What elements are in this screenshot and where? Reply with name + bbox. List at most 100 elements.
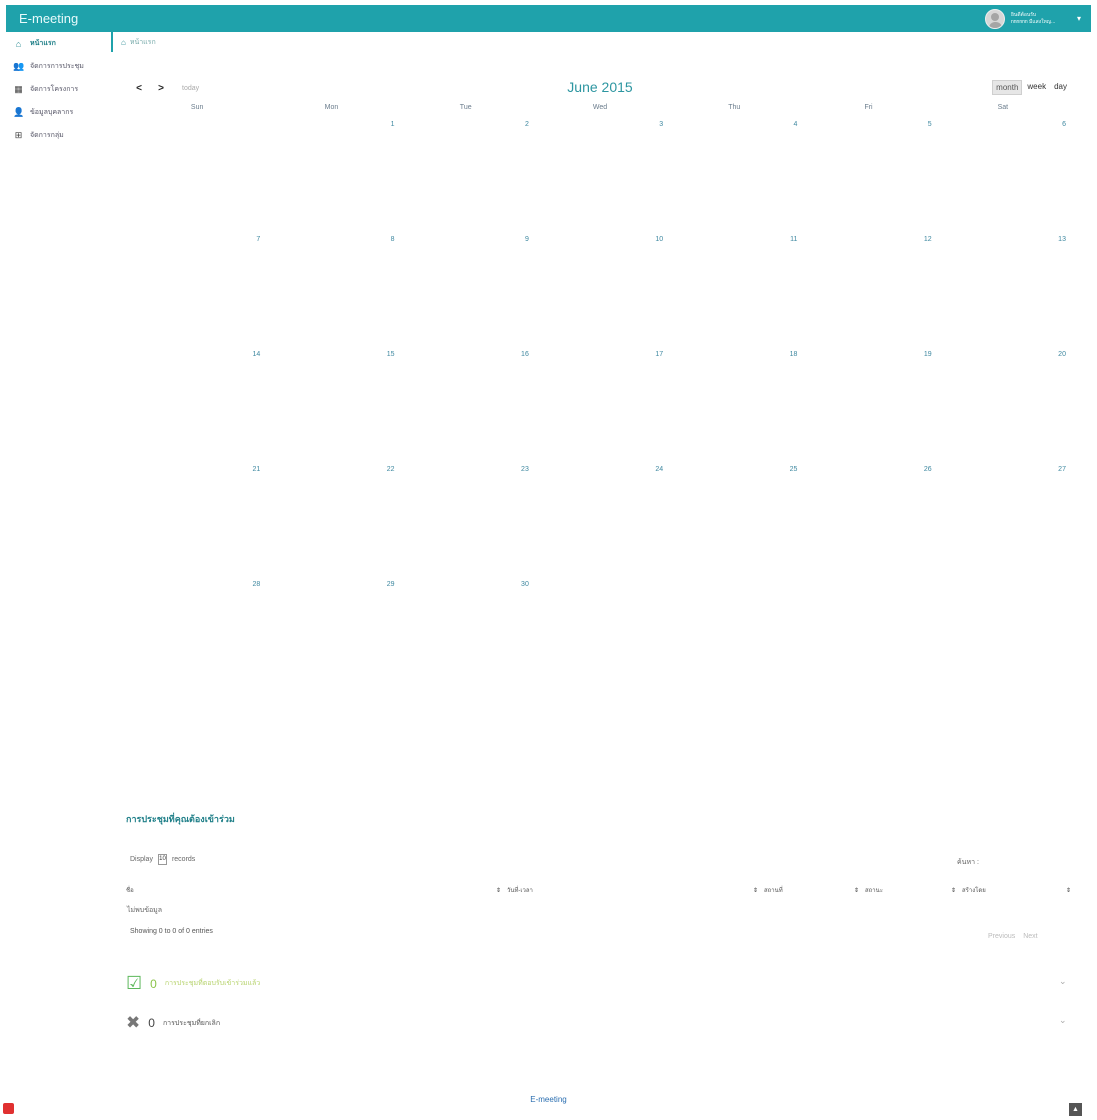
users-icon: 👥 [13, 61, 25, 71]
dow-wed: Wed [592, 104, 608, 111]
column-datetime-header[interactable]: วันที่-เวลา ⇕ [501, 884, 758, 896]
chevron-down-icon[interactable]: ⌄ [1059, 1015, 1067, 1026]
records-label: records [171, 856, 196, 863]
calendar-day-cell[interactable]: 14 [130, 348, 264, 463]
sort-icon: ⇕ [1065, 887, 1071, 894]
pagination: Previous Next [988, 933, 1038, 940]
calendar-grid: Sun Mon Tue Wed Thu Fri Sat 1 2 3 4 5 6 7 8 9 10 1… [130, 104, 1070, 693]
breadcrumb-home[interactable]: หน้าแรก [130, 37, 156, 48]
calendar-week-row: 7 8 9 10 11 12 13 [130, 233, 1070, 348]
meetings-section-title: การประชุมที่คุณต้องเข้าร่วม [126, 814, 235, 824]
calendar-day-cell[interactable]: 3 [533, 118, 667, 233]
view-day-button[interactable]: day [1051, 80, 1070, 95]
calendar-day-cell[interactable]: 5 [801, 118, 935, 233]
calendar-week-row: 14 15 16 17 18 19 20 [130, 348, 1070, 463]
column-status-header[interactable]: สถานะ ⇕ [859, 884, 956, 896]
calendar-day-cell[interactable]: 19 [801, 348, 935, 463]
calendar-day-cell[interactable]: 6 [936, 118, 1070, 233]
next-month-button[interactable]: > [152, 80, 170, 96]
calendar-week-row: 123456 [130, 118, 1070, 233]
calendar-weeks: 1 2 3 4 5 6 7 8 9 10 11 12 13 14 15 16 17 18 19 20 21 22 23 24 2… [130, 118, 1070, 693]
column-label: สร้างโดย [962, 888, 986, 894]
column-label: สถานะ [865, 888, 883, 894]
sidebar-item-meetings[interactable]: 👥 จัดการการประชุม [6, 55, 112, 78]
dow-thu: Thu [728, 104, 741, 111]
confirmed-meetings-stat: ☑ 0 การประชุมที่ตอบรับเข้าร่วมแล้ว [126, 973, 260, 994]
sidebar-item-label: จัดการการประชุม [30, 63, 84, 70]
calendar-day-cell[interactable] [667, 578, 801, 693]
calendar-day-cell[interactable]: 11 [667, 233, 801, 348]
table-header: ชื่อ ⇕ วันที่-เวลา ⇕ สถานที่ ⇕ สถานะ ⇕ สร้าง… [126, 884, 1071, 896]
caret-down-icon[interactable]: ▾ [1077, 14, 1081, 23]
footer-text: E-meeting [530, 1095, 567, 1104]
calendar-day-cell[interactable]: 28 [130, 578, 264, 693]
avatar[interactable] [984, 8, 1005, 29]
cancelled-count: 0 [148, 1016, 155, 1030]
calendar-day-cell[interactable] [936, 578, 1070, 693]
confirmed-label: การประชุมที่ตอบรับเข้าร่วมแล้ว [164, 980, 261, 987]
calendar-day-cell[interactable] [130, 118, 264, 233]
calendar-day-cell[interactable] [533, 578, 667, 693]
calendar-day-cell[interactable]: 26 [801, 463, 935, 578]
calendar-day-cell[interactable]: 20 [936, 348, 1070, 463]
check-square-icon: ☑ [126, 973, 143, 993]
sidebar-item-home[interactable]: ⌂ หน้าแรก [6, 32, 112, 55]
sidebar-item-label: ข้อมูลบุคลากร [30, 109, 74, 116]
page-length-control: Display 10 records [130, 854, 195, 865]
sidebar-item-projects[interactable]: ▦ จัดการโครงการ [6, 78, 112, 101]
app-title[interactable]: E-meeting [19, 11, 78, 26]
sidebar-item-groups[interactable]: ⊞ จัดการกลุ่ม [6, 124, 112, 147]
calendar-day-cell[interactable]: 10 [533, 233, 667, 348]
today-button[interactable]: today [182, 85, 199, 92]
calendar-day-cell[interactable]: 24 [533, 463, 667, 578]
calendar-day-cell[interactable] [801, 578, 935, 693]
calendar-day-cell[interactable]: 21 [130, 463, 264, 578]
plus-square-icon: ⊞ [14, 130, 23, 140]
next-page-button[interactable]: Next [1023, 933, 1037, 940]
calendar-day-cell[interactable]: 22 [264, 463, 398, 578]
calendar-day-cell[interactable]: 12 [801, 233, 935, 348]
scroll-to-top-button[interactable]: ▲ [1069, 1103, 1082, 1116]
page-length-select[interactable]: 10 [157, 854, 167, 865]
calendar-day-cell[interactable]: 2 [399, 118, 533, 233]
prev-month-button[interactable]: < [130, 80, 148, 96]
calendar-day-cell[interactable]: 25 [667, 463, 801, 578]
calendar-day-cell[interactable]: 23 [399, 463, 533, 578]
calendar-day-cell[interactable]: 8 [264, 233, 398, 348]
user-menu[interactable]: ยินดีต้อนรับ nnnnnn มีแสงใหญ... ▾ [984, 8, 1081, 29]
column-name-header[interactable]: ชื่อ ⇕ [126, 884, 501, 896]
view-week-button[interactable]: week [1024, 80, 1049, 95]
column-location-header[interactable]: สถานที่ ⇕ [758, 884, 859, 896]
day-of-week-header: Sun Mon Tue Wed Thu Fri Sat [130, 104, 1070, 118]
calendar-day-cell[interactable]: 1 [264, 118, 398, 233]
calendar-day-cell[interactable]: 30 [399, 578, 533, 693]
previous-page-button[interactable]: Previous [988, 933, 1015, 940]
column-creator-header[interactable]: สร้างโดย ⇕ [956, 884, 1071, 896]
sidebar-item-label: จัดการกลุ่ม [30, 132, 64, 139]
calendar-day-cell[interactable]: 9 [399, 233, 533, 348]
sidebar-item-personnel[interactable]: 👤 ข้อมูลบุคลากร [6, 101, 112, 124]
user-greeting: ยินดีต้อนรับ [1010, 11, 1037, 18]
dow-sun: Sun [190, 104, 204, 111]
dow-sat: Sat [997, 104, 1009, 111]
calendar-day-cell[interactable]: 18 [667, 348, 801, 463]
calendar-day-cell[interactable]: 27 [936, 463, 1070, 578]
search-input[interactable] [982, 857, 1053, 868]
calendar-day-cell[interactable]: 4 [667, 118, 801, 233]
dow-fri: Fri [864, 104, 873, 111]
chevron-down-icon[interactable]: ⌄ [1059, 976, 1067, 987]
cancelled-meetings-stat: ✖ 0 การประชุมที่ยกเลิก [126, 1013, 220, 1033]
user-name: nnnnnn มีแสงใหญ... [1010, 18, 1056, 25]
view-month-button[interactable]: month [992, 80, 1023, 95]
calendar-day-cell[interactable]: 7 [130, 233, 264, 348]
calendar-day-cell[interactable]: 15 [264, 348, 398, 463]
column-label: สถานที่ [764, 888, 783, 894]
calendar-day-cell[interactable]: 13 [936, 233, 1070, 348]
calendar-toolbar: June 2015 < > today month week day [130, 78, 1070, 100]
calendar-day-cell[interactable]: 29 [264, 578, 398, 693]
sidebar: ⌂ หน้าแรก 👥 จัดการการประชุม ▦ จัดการโครง… [6, 32, 112, 162]
sidebar-divider [111, 32, 113, 52]
calendar-day-cell[interactable]: 17 [533, 348, 667, 463]
calendar-day-cell[interactable]: 16 [399, 348, 533, 463]
column-label: วันที่-เวลา [507, 888, 533, 894]
